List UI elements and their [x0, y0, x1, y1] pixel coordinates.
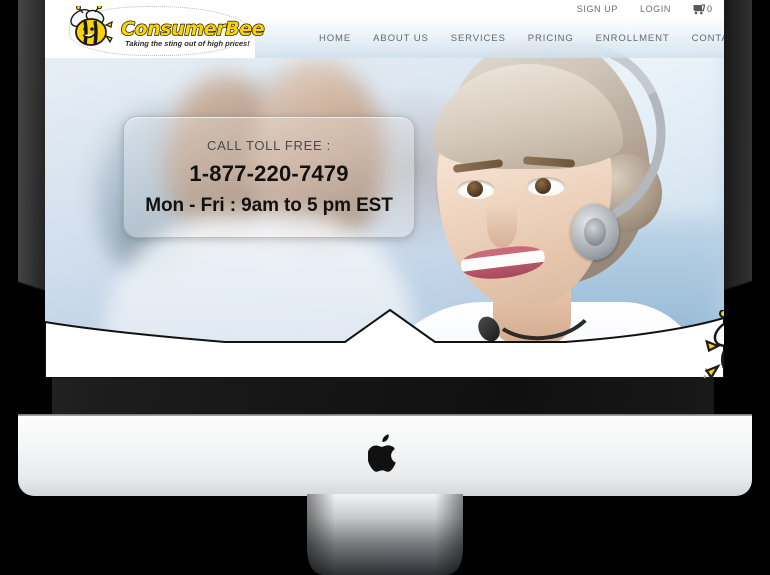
call-toll-free-box[interactable]: CALL TOLL FREE : 1-877-220-7479 Mon - Fr…: [123, 116, 415, 238]
business-hours: Mon - Fri : 9am to 5 pm EST: [145, 194, 393, 216]
apple-logo-icon: [368, 434, 396, 472]
cart-count: 0: [706, 4, 712, 14]
agent-nose: [487, 204, 517, 248]
hero-bottom-band: [45, 288, 724, 378]
bee-icon: [703, 310, 724, 378]
nav-item-about-us[interactable]: ABOUT US: [373, 33, 429, 44]
phone-number[interactable]: 1-877-220-7479: [189, 161, 348, 187]
monitor-stand: [295, 494, 475, 575]
monitor-screen: SIGN UP LOGIN 0 ConsumerBee Taking the s…: [45, 0, 724, 378]
site-logo[interactable]: ConsumerBee Taking the sting out of high…: [57, 2, 265, 57]
shopping-cart-icon: [693, 3, 706, 14]
nav-item-services[interactable]: SERVICES: [451, 33, 506, 44]
nav-item-contact-us[interactable]: CONTACT US: [692, 33, 724, 44]
sign-up-link[interactable]: SIGN UP: [577, 4, 618, 14]
nav-item-home[interactable]: HOME: [319, 33, 351, 44]
bee-icon: [70, 6, 113, 46]
headset-earcup-inner: [584, 218, 606, 246]
call-toll-free-label: CALL TOLL FREE :: [207, 137, 331, 153]
nav-item-pricing[interactable]: PRICING: [528, 33, 574, 44]
imac-monitor: SIGN UP LOGIN 0 ConsumerBee Taking the s…: [0, 0, 770, 575]
stand-shape: [307, 494, 463, 575]
cart-button[interactable]: 0: [693, 3, 712, 15]
agent-iris-left: [467, 181, 483, 197]
login-link[interactable]: LOGIN: [640, 4, 671, 14]
nav-item-list: HOME ABOUT US SERVICES PRICING ENROLLMEN…: [257, 18, 724, 58]
logo-tagline: Taking the sting out of high prices!: [125, 39, 250, 48]
logo-wordmark: ConsumerBee: [120, 17, 265, 40]
nav-item-enrollment[interactable]: ENROLLMENT: [596, 33, 670, 44]
